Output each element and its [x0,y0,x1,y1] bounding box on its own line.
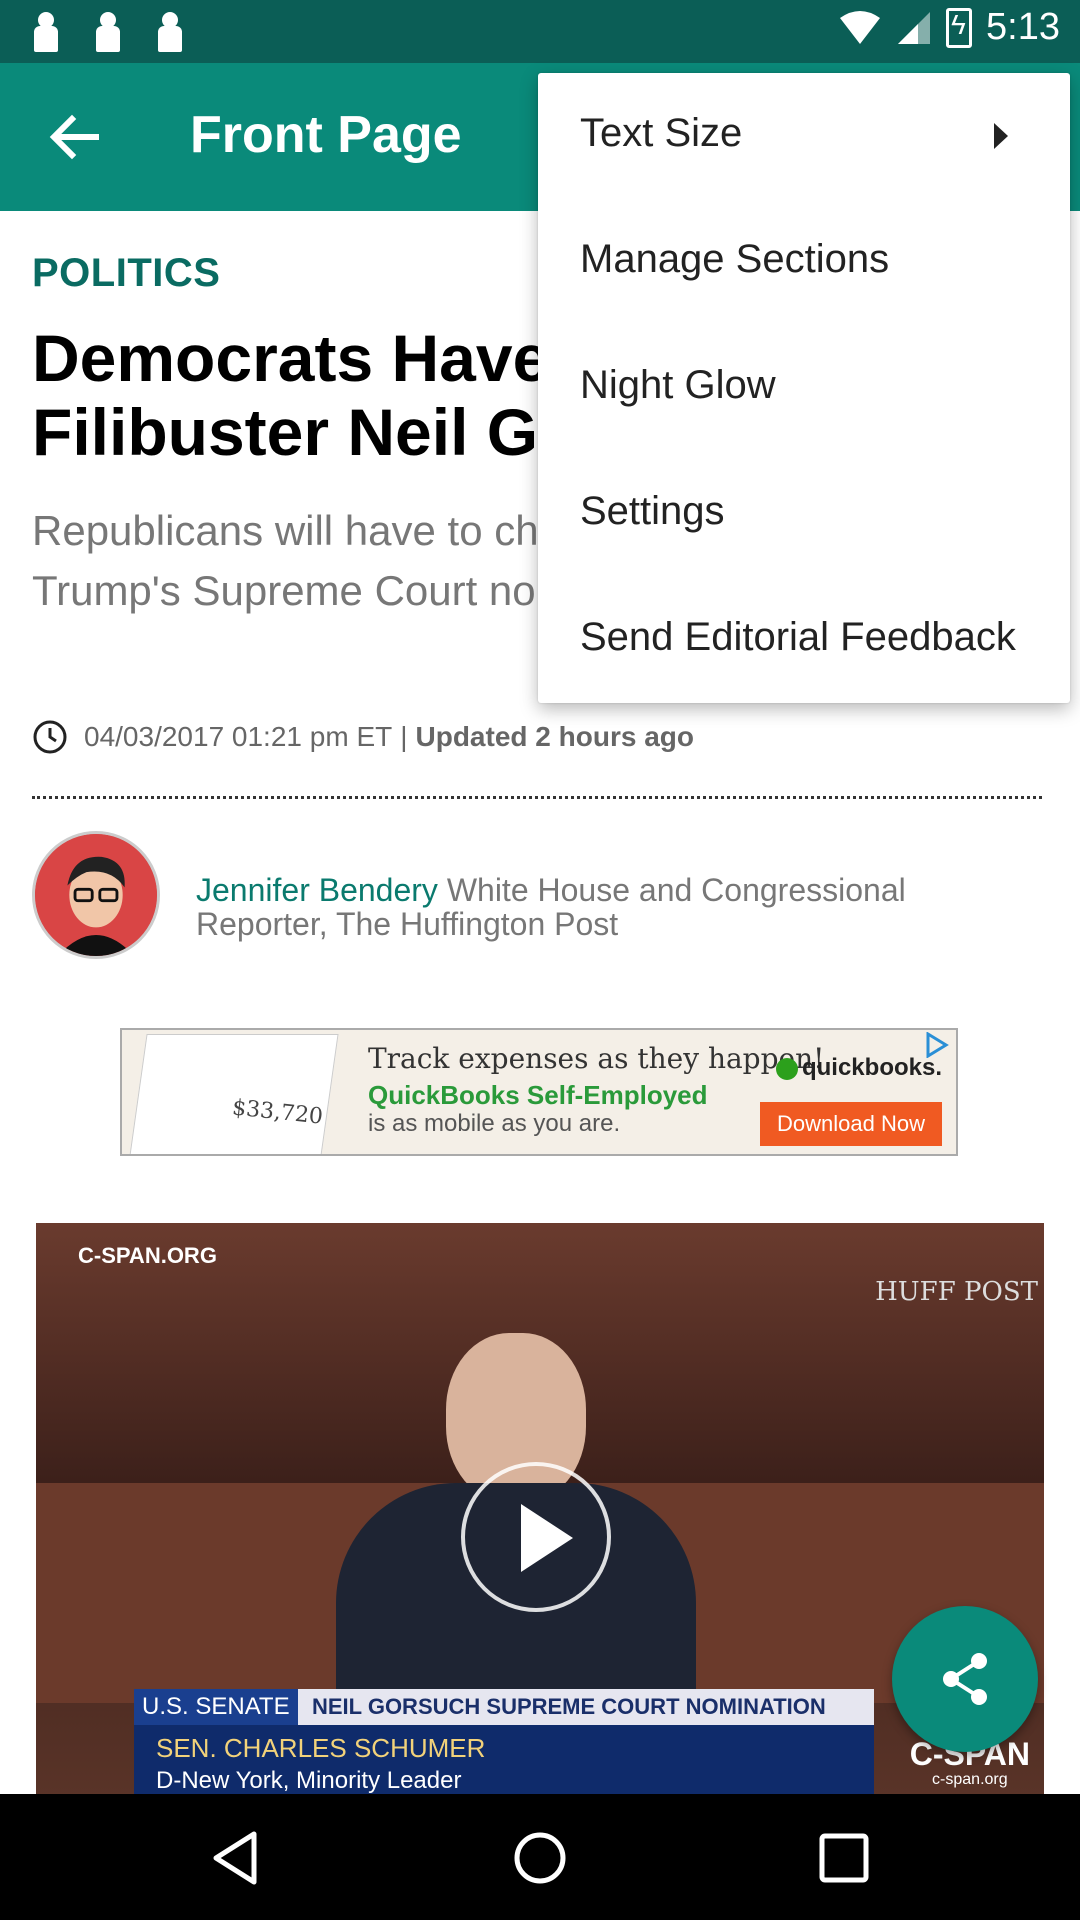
notification-person-icon [30,12,62,52]
overflow-menu: Text Size Manage Sections Night Glow Set… [538,73,1070,703]
submenu-arrow-icon [994,123,1008,149]
video-source: C-SPAN.ORG [78,1243,217,1268]
status-time: 5:13 [986,6,1060,48]
divider [32,796,1042,799]
article-timestamp: 04/03/2017 01:21 pm ET | Updated 2 hours… [32,719,694,755]
system-navigation-bar [0,1794,1080,1920]
nav-home-icon[interactable] [510,1828,570,1888]
author-byline[interactable]: Jennifer Bendery White House and Congres… [32,831,1042,961]
section-label[interactable]: POLITICS [32,251,220,296]
battery-charging-icon [946,7,973,48]
author-info: Jennifer Bendery White House and Congres… [196,873,1016,941]
menu-item-send-feedback[interactable]: Send Editorial Feedback [538,577,1070,703]
share-button[interactable] [892,1606,1038,1752]
share-icon [943,1653,987,1705]
huffpost-watermark: HUFF POST [875,1277,1038,1307]
nav-back-icon[interactable] [206,1828,266,1888]
adchoices-icon[interactable] [924,1032,950,1058]
wifi-icon [840,10,881,44]
video-player[interactable]: C-SPAN.ORG HUFF POST U.S. SENATE NEIL GO… [36,1223,1044,1803]
ad-headline: Track expenses as they happen! [368,1042,825,1075]
signal-icon [898,11,931,44]
back-arrow-icon[interactable] [44,107,104,167]
ad-banner[interactable]: $33,720 Track expenses as they happen! Q… [120,1028,958,1156]
ad-brand-logo: quickbooks. [775,1054,942,1082]
ad-product: QuickBooks Self-Employed [368,1080,708,1110]
menu-item-manage-sections[interactable]: Manage Sections [538,199,1070,325]
author-name[interactable]: Jennifer Bendery [196,872,438,908]
notification-person-icon [92,12,124,52]
page-title: Front Page [190,106,462,164]
chyron-speaker-name: SEN. CHARLES SCHUMER [156,1733,486,1763]
ad-download-button[interactable]: Download Now [760,1102,942,1146]
status-bar: 5:13 [0,0,1080,63]
menu-item-text-size[interactable]: Text Size [538,73,1070,199]
notification-person-icon [154,12,186,52]
nav-recents-icon[interactable] [814,1828,874,1888]
play-icon[interactable] [461,1462,611,1612]
chyron-tag: U.S. SENATE [134,1689,298,1725]
menu-item-settings[interactable]: Settings [538,451,1070,577]
notification-icons [30,12,186,52]
updated-time: Updated 2 hours ago [415,721,694,752]
chyron-topic: NEIL GORSUCH SUPREME COURT NOMINATION [312,1694,826,1719]
ad-tagline: is as mobile as you are. [368,1110,621,1137]
published-time: 04/03/2017 01:21 pm ET [84,721,393,752]
avatar[interactable] [32,831,160,959]
menu-item-night-glow[interactable]: Night Glow [538,325,1070,451]
clock-icon [33,720,67,754]
timestamp-separator: | [400,721,408,752]
chyron-speaker-role: D-New York, Minority Leader [156,1767,462,1794]
